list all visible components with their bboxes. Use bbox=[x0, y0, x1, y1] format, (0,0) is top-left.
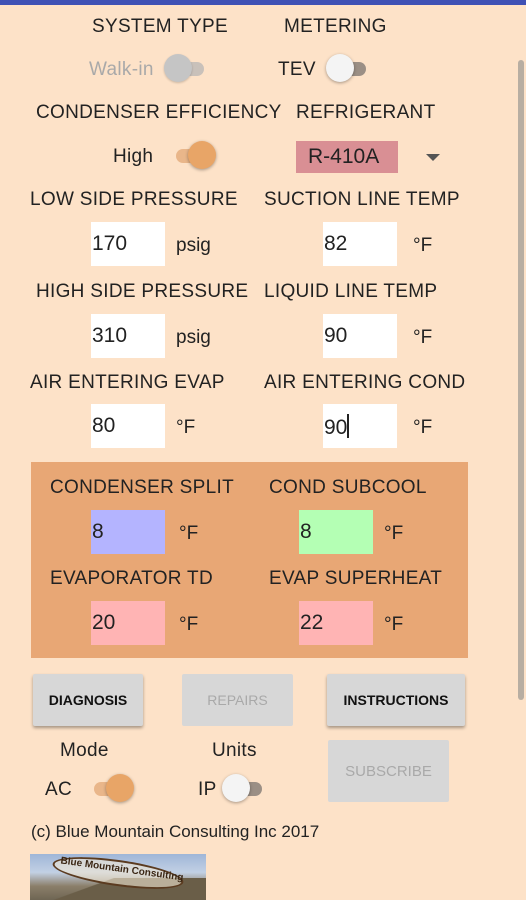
scrollbar[interactable] bbox=[518, 60, 524, 700]
evap-superheat-output: 22 bbox=[299, 601, 373, 645]
units-value: IP bbox=[198, 779, 217, 800]
refrigerant-label: REFRIGERANT bbox=[296, 102, 436, 123]
low-side-pressure-unit: psig bbox=[176, 235, 211, 256]
mode-toggle[interactable] bbox=[92, 773, 134, 803]
cond-subcool-label: COND SUBCOOL bbox=[269, 477, 427, 498]
air-entering-evap-unit: °F bbox=[176, 417, 196, 438]
high-side-pressure-unit: psig bbox=[176, 327, 211, 348]
subscribe-button[interactable]: SUBSCRIBE bbox=[328, 740, 449, 802]
condenser-efficiency-toggle[interactable] bbox=[174, 140, 216, 170]
condenser-efficiency-label: CONDENSER EFFICIENCY bbox=[36, 102, 282, 123]
instructions-button[interactable]: INSTRUCTIONS bbox=[327, 674, 465, 726]
air-entering-cond-label: AIR ENTERING COND bbox=[264, 372, 466, 393]
system-type-toggle[interactable] bbox=[164, 53, 206, 83]
suction-line-temp-unit: °F bbox=[413, 235, 433, 256]
liquid-line-temp-input[interactable]: 90 bbox=[323, 314, 397, 358]
system-type-label: SYSTEM TYPE bbox=[92, 16, 228, 37]
condenser-split-output: 8 bbox=[91, 510, 165, 554]
air-entering-evap-input[interactable]: 80 bbox=[91, 404, 165, 448]
toggle-thumb bbox=[222, 774, 250, 802]
system-type-value: Walk-in bbox=[89, 59, 154, 80]
air-entering-cond-input[interactable]: 90 bbox=[323, 404, 397, 448]
units-toggle[interactable] bbox=[222, 773, 264, 803]
condenser-split-unit: °F bbox=[179, 523, 199, 544]
evaporator-td-unit: °F bbox=[179, 614, 199, 635]
metering-toggle[interactable] bbox=[326, 53, 368, 83]
toggle-thumb bbox=[326, 54, 354, 82]
evaporator-td-output: 20 bbox=[91, 601, 165, 645]
metering-value: TEV bbox=[278, 59, 316, 80]
high-side-pressure-label: HIGH SIDE PRESSURE bbox=[36, 281, 249, 302]
liquid-line-temp-label: LIQUID LINE TEMP bbox=[264, 281, 438, 302]
air-entering-cond-value: 90 bbox=[324, 416, 348, 439]
mode-label: Mode bbox=[60, 740, 109, 761]
air-entering-cond-unit: °F bbox=[413, 417, 433, 438]
air-entering-evap-label: AIR ENTERING EVAP bbox=[30, 372, 225, 393]
repairs-button[interactable]: REPAIRS bbox=[182, 674, 293, 726]
liquid-line-temp-unit: °F bbox=[413, 327, 433, 348]
copyright-text: (c) Blue Mountain Consulting Inc 2017 bbox=[31, 822, 320, 841]
condenser-split-label: CONDENSER SPLIT bbox=[50, 477, 234, 498]
units-label: Units bbox=[212, 740, 257, 761]
condenser-efficiency-value: High bbox=[113, 146, 154, 167]
dropdown-arrow-icon[interactable] bbox=[426, 154, 440, 161]
evap-superheat-label: EVAP SUPERHEAT bbox=[269, 568, 443, 589]
top-app-bar-edge bbox=[0, 0, 526, 5]
cond-subcool-unit: °F bbox=[384, 523, 404, 544]
refrigerant-select[interactable]: R-410A bbox=[296, 141, 398, 173]
company-logo: Blue Mountain Consulting bbox=[30, 854, 206, 900]
cond-subcool-output: 8 bbox=[299, 510, 373, 554]
metering-label: METERING bbox=[284, 16, 387, 37]
suction-line-temp-label: SUCTION LINE TEMP bbox=[264, 189, 460, 210]
evaporator-td-label: EVAPORATOR TD bbox=[50, 568, 213, 589]
mode-value: AC bbox=[45, 779, 72, 800]
low-side-pressure-label: LOW SIDE PRESSURE bbox=[30, 189, 238, 210]
toggle-thumb bbox=[106, 774, 134, 802]
high-side-pressure-input[interactable]: 310 bbox=[91, 314, 165, 358]
toggle-thumb bbox=[188, 141, 216, 169]
low-side-pressure-input[interactable]: 170 bbox=[91, 222, 165, 266]
text-cursor bbox=[347, 414, 350, 438]
evap-superheat-unit: °F bbox=[384, 614, 404, 635]
suction-line-temp-input[interactable]: 82 bbox=[323, 222, 397, 266]
diagnosis-button[interactable]: DIAGNOSIS bbox=[33, 674, 143, 726]
toggle-thumb bbox=[164, 54, 192, 82]
